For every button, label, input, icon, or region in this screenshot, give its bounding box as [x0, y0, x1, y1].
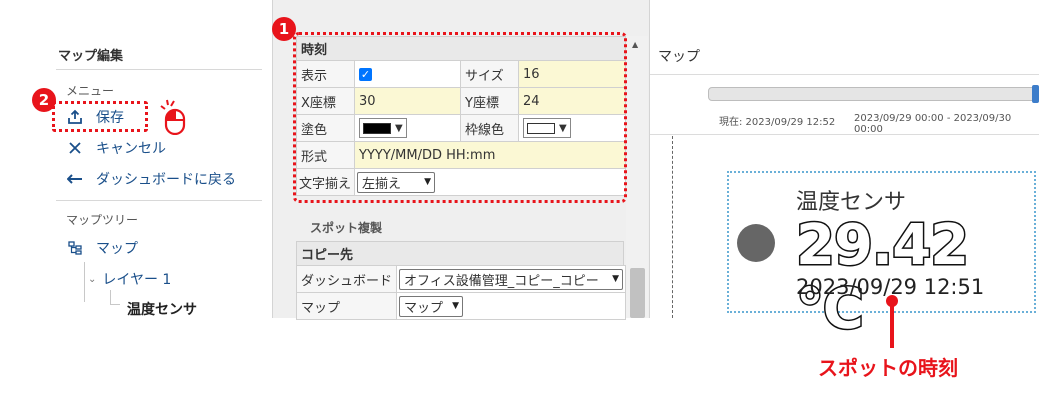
tree-map-label: マップ — [96, 241, 138, 257]
time-range-text: 2023/09/29 00:00 - 2023/09/30 00:00 — [854, 113, 1012, 135]
spot-copy-section: コピー先 ダッシュボード オフィス設備管理_コピー_コピー ▼ マップ マップ ▼ — [295, 241, 627, 320]
divider — [650, 134, 1039, 135]
menu-heading: メニュー — [66, 84, 115, 98]
map-title: マップ — [658, 49, 700, 65]
time-slider[interactable] — [708, 87, 1039, 101]
dashboard-value: オフィス設備管理_コピー_コピー — [404, 273, 599, 289]
close-icon — [66, 141, 84, 155]
callout-line — [890, 305, 894, 348]
current-time-text: 現在: 2023/09/29 12:52 — [719, 117, 836, 128]
map-cell: マップ ▼ — [396, 292, 627, 320]
back-arrow-icon — [66, 174, 84, 184]
canvas-guide-line — [672, 136, 673, 318]
tree-item-layer[interactable]: ⌄ レイヤー 1 — [88, 267, 171, 291]
divider — [56, 69, 262, 70]
copy-dest-table: ダッシュボード オフィス設備管理_コピー_コピー ▼ マップ マップ ▼ — [295, 265, 627, 320]
mouse-click-icon — [158, 99, 192, 139]
spot-name: 温度センサ — [796, 190, 907, 215]
spot-copy-title: スポット複製 — [310, 221, 383, 235]
step-badge-1: 1 — [272, 17, 296, 41]
tree-connector — [110, 304, 120, 305]
chevron-down-icon: ▼ — [452, 301, 460, 311]
map-value: マップ — [404, 300, 444, 316]
tree-connector — [110, 290, 111, 304]
scroll-up-icon[interactable]: ▲ — [632, 40, 638, 49]
dashboard-select[interactable]: オフィス設備管理_コピー_コピー ▼ — [399, 268, 624, 290]
back-label: ダッシュボードに戻る — [96, 172, 236, 188]
status-dot — [737, 224, 775, 262]
tree-sensor-label: 温度センサ — [127, 302, 197, 318]
time-slider-handle[interactable] — [1032, 85, 1039, 103]
save-highlight-box — [52, 101, 148, 132]
map-select[interactable]: マップ ▼ — [399, 295, 464, 317]
tree-heading: マップツリー — [66, 213, 139, 227]
sidebar-title: マップ編集 — [58, 49, 124, 64]
step-badge-2: 2 — [32, 88, 56, 112]
tree-icon — [66, 241, 84, 255]
cancel-button[interactable]: キャンセル — [66, 136, 166, 160]
scroll-thumb[interactable] — [630, 268, 645, 318]
map-label: マップ — [295, 292, 398, 320]
dashboard-cell: オフィス設備管理_コピー_コピー ▼ — [396, 265, 627, 293]
divider — [56, 200, 262, 201]
tree-item-map[interactable]: マップ — [66, 236, 138, 260]
tree-layer-label: レイヤー 1 — [102, 272, 172, 288]
divider — [650, 74, 1039, 75]
dashboard-label: ダッシュボード — [295, 265, 398, 293]
chevron-down-icon: ⌄ — [88, 273, 97, 285]
callout-label: スポットの時刻 — [818, 356, 958, 380]
tree-item-sensor[interactable]: 温度センサ — [127, 297, 197, 321]
tree-connector — [84, 262, 85, 302]
back-to-dashboard-button[interactable]: ダッシュボードに戻る — [66, 167, 236, 191]
copy-dest-header: コピー先 — [296, 241, 624, 265]
time-settings-highlight-box — [293, 32, 627, 203]
cancel-label: キャンセル — [96, 141, 166, 157]
chevron-down-icon: ▼ — [612, 274, 620, 284]
map-edit-sidebar: マップ編集 メニュー 保存 キャンセル ダッシュボードに戻る マップツリー マッ… — [0, 0, 270, 318]
